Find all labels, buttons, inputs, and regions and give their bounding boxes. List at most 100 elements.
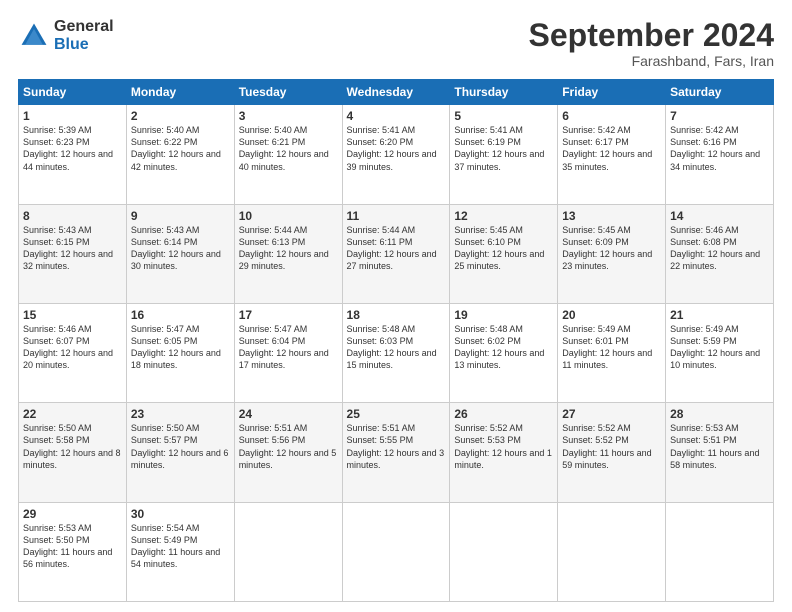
- day-info: Sunrise: 5:42 AMSunset: 6:16 PMDaylight:…: [670, 125, 760, 171]
- day-number: 29: [23, 507, 122, 521]
- day-header: Friday: [558, 80, 666, 105]
- day-number: 13: [562, 209, 661, 223]
- calendar-cell: 28 Sunrise: 5:53 AMSunset: 5:51 PMDayligh…: [666, 403, 774, 502]
- calendar-cell: [666, 502, 774, 601]
- day-number: 21: [670, 308, 769, 322]
- day-info: Sunrise: 5:47 AMSunset: 6:05 PMDaylight:…: [131, 324, 221, 370]
- calendar-cell: [234, 502, 342, 601]
- calendar-cell: 29 Sunrise: 5:53 AMSunset: 5:50 PMDayligh…: [19, 502, 127, 601]
- day-info: Sunrise: 5:48 AMSunset: 6:02 PMDaylight:…: [454, 324, 544, 370]
- day-number: 15: [23, 308, 122, 322]
- calendar-cell: 27 Sunrise: 5:52 AMSunset: 5:52 PMDayligh…: [558, 403, 666, 502]
- day-number: 18: [347, 308, 446, 322]
- day-info: Sunrise: 5:54 AMSunset: 5:49 PMDaylight:…: [131, 523, 220, 569]
- calendar-cell: 21 Sunrise: 5:49 AMSunset: 5:59 PMDayligh…: [666, 303, 774, 402]
- day-info: Sunrise: 5:42 AMSunset: 6:17 PMDaylight:…: [562, 125, 652, 171]
- day-info: Sunrise: 5:51 AMSunset: 5:55 PMDaylight:…: [347, 423, 445, 469]
- calendar-cell: 19 Sunrise: 5:48 AMSunset: 6:02 PMDayligh…: [450, 303, 558, 402]
- day-number: 4: [347, 109, 446, 123]
- location: Farashband, Fars, Iran: [529, 53, 774, 69]
- day-number: 27: [562, 407, 661, 421]
- day-number: 30: [131, 507, 230, 521]
- calendar-cell: 10 Sunrise: 5:44 AMSunset: 6:13 PMDayligh…: [234, 204, 342, 303]
- logo-icon: [18, 20, 50, 52]
- calendar-cell: [450, 502, 558, 601]
- calendar-cell: 1 Sunrise: 5:39 AMSunset: 6:23 PMDaylight…: [19, 105, 127, 204]
- day-number: 2: [131, 109, 230, 123]
- day-info: Sunrise: 5:52 AMSunset: 5:53 PMDaylight:…: [454, 423, 552, 469]
- day-info: Sunrise: 5:53 AMSunset: 5:51 PMDaylight:…: [670, 423, 759, 469]
- day-number: 9: [131, 209, 230, 223]
- day-header: Thursday: [450, 80, 558, 105]
- page: General Blue September 2024 Farashband, …: [0, 0, 792, 612]
- calendar-cell: 24 Sunrise: 5:51 AMSunset: 5:56 PMDayligh…: [234, 403, 342, 502]
- day-info: Sunrise: 5:46 AMSunset: 6:07 PMDaylight:…: [23, 324, 113, 370]
- calendar-cell: 8 Sunrise: 5:43 AMSunset: 6:15 PMDaylight…: [19, 204, 127, 303]
- day-number: 22: [23, 407, 122, 421]
- calendar-cell: [342, 502, 450, 601]
- day-number: 24: [239, 407, 338, 421]
- title-block: September 2024 Farashband, Fars, Iran: [529, 18, 774, 69]
- calendar-cell: 15 Sunrise: 5:46 AMSunset: 6:07 PMDayligh…: [19, 303, 127, 402]
- day-number: 1: [23, 109, 122, 123]
- logo-blue: Blue: [54, 36, 114, 54]
- day-info: Sunrise: 5:40 AMSunset: 6:21 PMDaylight:…: [239, 125, 329, 171]
- day-header: Tuesday: [234, 80, 342, 105]
- day-number: 7: [670, 109, 769, 123]
- calendar-cell: 25Sunrise: 5:51 AMSunset: 5:55 PMDayligh…: [342, 403, 450, 502]
- day-info: Sunrise: 5:52 AMSunset: 5:52 PMDaylight:…: [562, 423, 651, 469]
- day-info: Sunrise: 5:44 AMSunset: 6:13 PMDaylight:…: [239, 225, 329, 271]
- day-info: Sunrise: 5:45 AMSunset: 6:09 PMDaylight:…: [562, 225, 652, 271]
- day-info: Sunrise: 5:43 AMSunset: 6:14 PMDaylight:…: [131, 225, 221, 271]
- day-header: Sunday: [19, 80, 127, 105]
- calendar-cell: 5 Sunrise: 5:41 AMSunset: 6:19 PMDaylight…: [450, 105, 558, 204]
- day-number: 5: [454, 109, 553, 123]
- day-number: 19: [454, 308, 553, 322]
- month-title: September 2024: [529, 18, 774, 53]
- calendar-cell: 6Sunrise: 5:42 AMSunset: 6:17 PMDaylight…: [558, 105, 666, 204]
- calendar-cell: [558, 502, 666, 601]
- day-number: 16: [131, 308, 230, 322]
- day-number: 28: [670, 407, 769, 421]
- day-info: Sunrise: 5:49 AMSunset: 5:59 PMDaylight:…: [670, 324, 760, 370]
- calendar-cell: 22Sunrise: 5:50 AMSunset: 5:58 PMDayligh…: [19, 403, 127, 502]
- calendar-cell: 17 Sunrise: 5:47 AMSunset: 6:04 PMDayligh…: [234, 303, 342, 402]
- calendar-cell: 7 Sunrise: 5:42 AMSunset: 6:16 PMDaylight…: [666, 105, 774, 204]
- calendar-cell: 23Sunrise: 5:50 AMSunset: 5:57 PMDayligh…: [126, 403, 234, 502]
- calendar-cell: 2Sunrise: 5:40 AMSunset: 6:22 PMDaylight…: [126, 105, 234, 204]
- day-info: Sunrise: 5:53 AMSunset: 5:50 PMDaylight:…: [23, 523, 112, 569]
- day-info: Sunrise: 5:41 AMSunset: 6:19 PMDaylight:…: [454, 125, 544, 171]
- calendar-table: SundayMondayTuesdayWednesdayThursdayFrid…: [18, 79, 774, 602]
- day-info: Sunrise: 5:51 AMSunset: 5:56 PMDaylight:…: [239, 423, 337, 469]
- logo-text: General Blue: [54, 18, 114, 53]
- day-info: Sunrise: 5:50 AMSunset: 5:57 PMDaylight:…: [131, 423, 229, 469]
- calendar-cell: 30 Sunrise: 5:54 AMSunset: 5:49 PMDayligh…: [126, 502, 234, 601]
- day-info: Sunrise: 5:39 AMSunset: 6:23 PMDaylight:…: [23, 125, 113, 171]
- day-number: 12: [454, 209, 553, 223]
- day-number: 11: [347, 209, 446, 223]
- calendar-cell: 13 Sunrise: 5:45 AMSunset: 6:09 PMDayligh…: [558, 204, 666, 303]
- day-number: 10: [239, 209, 338, 223]
- day-number: 8: [23, 209, 122, 223]
- day-header: Wednesday: [342, 80, 450, 105]
- day-info: Sunrise: 5:44 AMSunset: 6:11 PMDaylight:…: [347, 225, 437, 271]
- day-info: Sunrise: 5:45 AMSunset: 6:10 PMDaylight:…: [454, 225, 544, 271]
- day-info: Sunrise: 5:48 AMSunset: 6:03 PMDaylight:…: [347, 324, 437, 370]
- calendar-cell: 20Sunrise: 5:49 AMSunset: 6:01 PMDayligh…: [558, 303, 666, 402]
- day-number: 3: [239, 109, 338, 123]
- day-header: Monday: [126, 80, 234, 105]
- calendar-cell: 14 Sunrise: 5:46 AMSunset: 6:08 PMDayligh…: [666, 204, 774, 303]
- logo: General Blue: [18, 18, 114, 53]
- day-number: 17: [239, 308, 338, 322]
- day-info: Sunrise: 5:47 AMSunset: 6:04 PMDaylight:…: [239, 324, 329, 370]
- calendar-cell: 26Sunrise: 5:52 AMSunset: 5:53 PMDayligh…: [450, 403, 558, 502]
- day-info: Sunrise: 5:46 AMSunset: 6:08 PMDaylight:…: [670, 225, 760, 271]
- header: General Blue September 2024 Farashband, …: [18, 18, 774, 69]
- calendar-cell: 9 Sunrise: 5:43 AMSunset: 6:14 PMDaylight…: [126, 204, 234, 303]
- day-info: Sunrise: 5:43 AMSunset: 6:15 PMDaylight:…: [23, 225, 113, 271]
- calendar-cell: 3 Sunrise: 5:40 AMSunset: 6:21 PMDaylight…: [234, 105, 342, 204]
- day-number: 14: [670, 209, 769, 223]
- day-info: Sunrise: 5:49 AMSunset: 6:01 PMDaylight:…: [562, 324, 652, 370]
- day-info: Sunrise: 5:41 AMSunset: 6:20 PMDaylight:…: [347, 125, 437, 171]
- calendar-cell: 11 Sunrise: 5:44 AMSunset: 6:11 PMDayligh…: [342, 204, 450, 303]
